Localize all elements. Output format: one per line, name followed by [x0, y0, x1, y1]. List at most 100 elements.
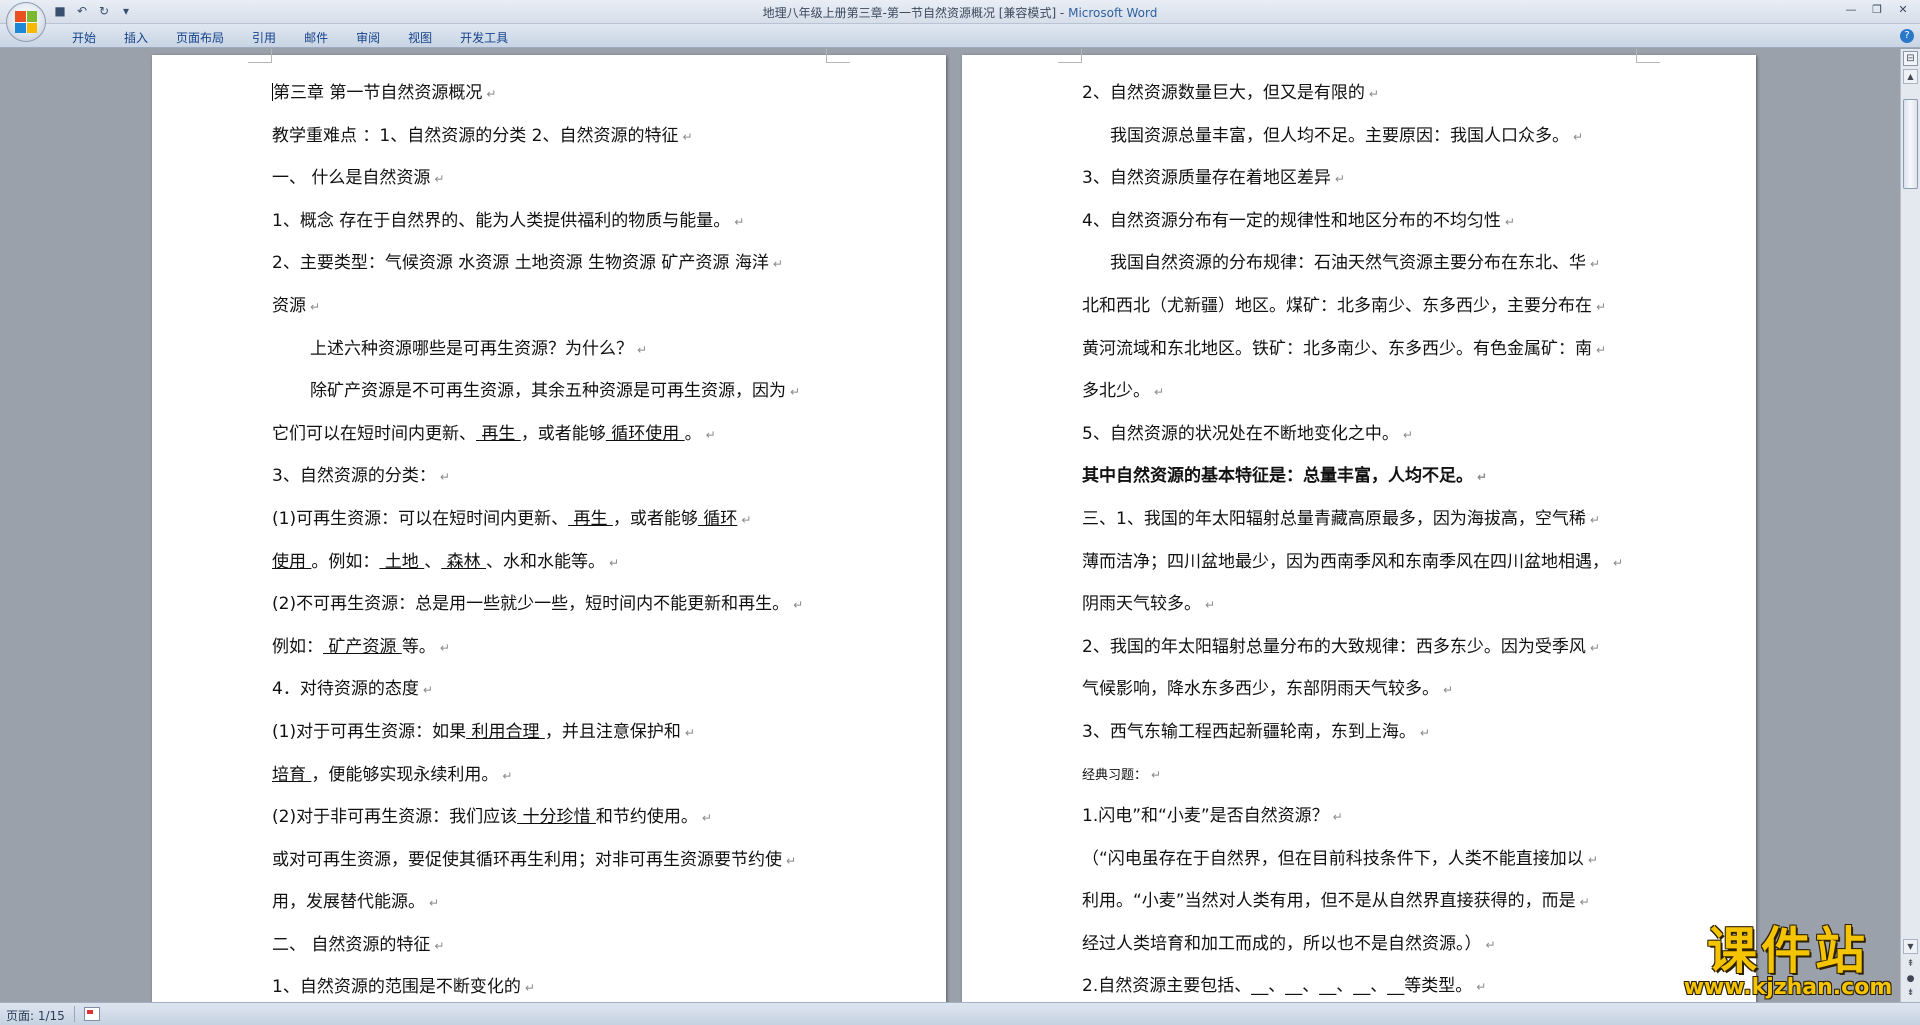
watermark-logo: 课件站 www.kjzhan.com: [1668, 925, 1908, 1001]
document-area: 第三章 第一节自然资源概况 ↵ 教学重难点 ：1、自然资源的分类 2、自然资源的特征…: [0, 49, 1900, 1002]
paragraph-text: 教学重难点 ：1、自然资源的分类 2、自然资源的特征: [272, 125, 679, 146]
paragraph-text: 4．对待资源的态度: [272, 679, 419, 700]
paragraph-mark: ↵: [310, 299, 321, 314]
paragraph: 使用 。例如： 土地 、 森林 、水和水能等。 ↵: [272, 542, 826, 585]
paragraph: 用，发展替代能源。 ↵: [272, 882, 826, 925]
page-left-content[interactable]: 第三章 第一节自然资源概况 ↵ 教学重难点 ：1、自然资源的分类 2、自然资源的特征…: [272, 73, 826, 1002]
margin-corner: [826, 49, 850, 63]
paragraph-text: 和节约使用。: [595, 807, 698, 828]
paragraph: (1)可再生资源：可以在短时间内更新、 再生 ，或者能够 循环 ↵: [272, 499, 826, 542]
paragraph-mark: ↵: [786, 853, 797, 868]
page-count[interactable]: 页面: 1/15: [6, 1007, 65, 1024]
ribbon-tab[interactable]: 开始: [58, 29, 110, 46]
underlined-answer: 培育: [272, 764, 312, 785]
paragraph-text: 、: [424, 551, 442, 572]
watermark-url: www.kjzhan.com: [1683, 975, 1893, 1000]
paragraph-text: 除矿产资源是不可再生资源，其余五种资源是可再生资源，因为: [310, 381, 786, 402]
help-icon[interactable]: ?: [1900, 29, 1914, 43]
underlined-answer: 利用合理: [466, 721, 545, 742]
paragraph: 利用。“小麦”当然对人类有用，但不是从自然界直接获得的，而是 ↵: [1082, 881, 1636, 924]
paragraph-text: 1.闪电”和“小麦”是否自然资源？: [1082, 806, 1329, 827]
page-left: 第三章 第一节自然资源概况 ↵ 教学重难点 ：1、自然资源的分类 2、自然资源的特征…: [152, 49, 946, 1002]
paragraph-mark: ↵: [1151, 767, 1162, 782]
paragraph-mark: ↵: [1573, 129, 1584, 144]
paragraph: 除矿产资源是不可再生资源，其余五种资源是可再生资源，因为 ↵: [272, 371, 826, 414]
window-title: 地理八年级上册第三章-第一节自然资源概况 [兼容模式] - Microsoft …: [0, 4, 1920, 21]
paragraph-text: 2、我国的年太阳辐射总量分布的大致规律：西多东少。因为受季风: [1082, 636, 1586, 657]
paragraph: 3、自然资源的分类： ↵: [272, 456, 826, 499]
paragraph-text: 2.自然资源主要包括、__、__、__、__、__等类型。: [1082, 976, 1473, 997]
page-right-content[interactable]: 2、自然资源数量巨大，但又是有限的 ↵ 我国资源总量丰富，但人均不足。主要原因：我国…: [1082, 73, 1636, 1002]
paragraph-mark: ↵: [682, 129, 693, 144]
ribbon-tab[interactable]: 引用: [238, 29, 290, 46]
paragraph: 教学重难点 ：1、自然资源的分类 2、自然资源的特征 ↵: [272, 116, 826, 159]
paragraph-text: 多北少。: [1082, 381, 1150, 402]
status-separator: [74, 1006, 75, 1022]
paragraph: 二、 自然资源的特征 ↵: [272, 925, 826, 968]
paragraph-mark: ↵: [609, 555, 620, 570]
paragraph: 5、自然资源的状况处在不断地变化之中。 ↵: [1082, 414, 1636, 457]
underlined-answer: 十分珍惜: [517, 807, 596, 828]
paragraph: 我国自然资源的分布规律：石油天然气资源主要分布在东北、华 ↵: [1082, 243, 1636, 286]
scroll-up-icon[interactable]: ▲: [1903, 69, 1918, 84]
paragraph: 北和西北（尤新疆）地区。煤矿：北多南少、东多西少，主要分布在 ↵: [1082, 286, 1636, 329]
window-controls: — ❐ ✕: [1840, 2, 1914, 18]
paragraph-mark: ↵: [502, 768, 513, 783]
paragraph-mark: ↵: [1587, 852, 1598, 867]
paragraph: 阴雨天气较多。 ↵: [1082, 584, 1636, 627]
paragraph-mark: ↵: [1334, 172, 1345, 187]
paragraph-text: 我国自然资源的分布规律：石油天然气资源主要分布在东北、华: [1110, 253, 1586, 274]
paragraph-mark: ↵: [1589, 512, 1600, 527]
title-bar: ■ ↶ ↻ ▾ 地理八年级上册第三章-第一节自然资源概况 [兼容模式] - Mi…: [0, 0, 1920, 42]
paragraph-text: 4、自然资源分布有一定的规律性和地区分布的不均匀性: [1082, 210, 1501, 231]
underlined-answer: 使用: [272, 551, 312, 572]
paragraph-text: 3、西气东输工程西起新疆轮南，东到上海。: [1082, 721, 1416, 742]
paragraph: 1、概念 存在于自然界的、能为人类提供福利的物质与能量。 ↵: [272, 201, 826, 244]
office-button[interactable]: [6, 2, 46, 42]
paragraph: 经过人类培育和加工而成的，所以也不是自然资源。） ↵: [1082, 924, 1636, 967]
ribbon-tab[interactable]: 页面布局: [162, 29, 238, 46]
ribbon-tab[interactable]: 邮件: [290, 29, 342, 46]
paragraph-mark: ↵: [1402, 427, 1413, 442]
paragraph-text: 3、自然资源质量存在着地区差异: [1082, 168, 1331, 189]
paragraph-mark: ↵: [1613, 555, 1624, 570]
paragraph-mark: ↵: [637, 342, 648, 357]
paragraph-mark: ↵: [1485, 937, 1496, 952]
paragraph: 1.闪电”和“小麦”是否自然资源？ ↵: [1082, 796, 1636, 839]
maximize-icon[interactable]: ❐: [1866, 2, 1888, 18]
paragraph-text: (2)对于非可再生资源：我们应该: [272, 807, 518, 828]
watermark-text: 课件站: [1707, 922, 1869, 980]
paragraph-text: 。: [684, 423, 702, 444]
view-ruler-icon[interactable]: ⊟: [1903, 51, 1918, 66]
paragraph: 上述六种资源哪些是可再生资源？为什么？ ↵: [272, 329, 826, 372]
paragraph-mark: ↵: [705, 427, 716, 442]
ribbon-tab[interactable]: 插入: [110, 29, 162, 46]
paragraph: （“闪电虽存在于自然界，但在目前科技条件下，人类不能直接加以 ↵: [1082, 839, 1636, 882]
paragraph-mark: ↵: [684, 725, 695, 740]
ribbon-tabs: 开始 插入 页面布局 引用 邮件 审阅 视图 开发工具 ?: [0, 24, 1920, 48]
paragraph-text: ，或者能够: [612, 508, 698, 529]
paragraph-text: 气候影响，降水东多西少，东部阴雨天气较多。: [1082, 679, 1439, 700]
ribbon-tab[interactable]: 视图: [394, 29, 446, 46]
close-icon[interactable]: ✕: [1892, 2, 1914, 18]
paragraph-text: 。例如：: [311, 551, 380, 572]
status-bar: 页面: 1/15: [0, 1002, 1920, 1025]
paragraph: 我国资源总量丰富，但人均不足。主要原因：我国人口众多。 ↵: [1082, 116, 1636, 159]
minimize-icon[interactable]: —: [1840, 2, 1862, 18]
paragraph-mark: ↵: [422, 683, 433, 698]
paragraph-text: 三、1、我国的年太阳辐射总量青藏高原最多，因为海拔高，空气稀: [1082, 508, 1586, 529]
ribbon-tab[interactable]: 开发工具: [446, 29, 522, 46]
paragraph: 1、自然资源的范围是不断变化的 ↵: [272, 967, 826, 1002]
spelling-check-icon[interactable]: [84, 1007, 100, 1021]
vertical-scrollbar[interactable]: ⊟ ▲ ▼ ⇞ ● ⇟: [1900, 49, 1920, 1002]
ribbon-tab[interactable]: 审阅: [342, 29, 394, 46]
paragraph-text: ，便能够实现永续利用。: [311, 764, 499, 785]
scroll-thumb[interactable]: [1903, 99, 1918, 189]
paragraph-text: 3、自然资源的分类：: [272, 466, 436, 487]
paragraph-text: 利用。“小麦”当然对人类有用，但不是从自然界直接获得的，而是: [1082, 891, 1576, 912]
paragraph-mark: ↵: [434, 172, 445, 187]
underlined-answer: 土地: [379, 551, 425, 572]
paragraph-mark: ↵: [1596, 299, 1607, 314]
paragraph: 例如： 矿产资源 等。 ↵: [272, 627, 826, 670]
paragraph: 三、1、我国的年太阳辐射总量青藏高原最多，因为海拔高，空气稀 ↵: [1082, 499, 1636, 542]
